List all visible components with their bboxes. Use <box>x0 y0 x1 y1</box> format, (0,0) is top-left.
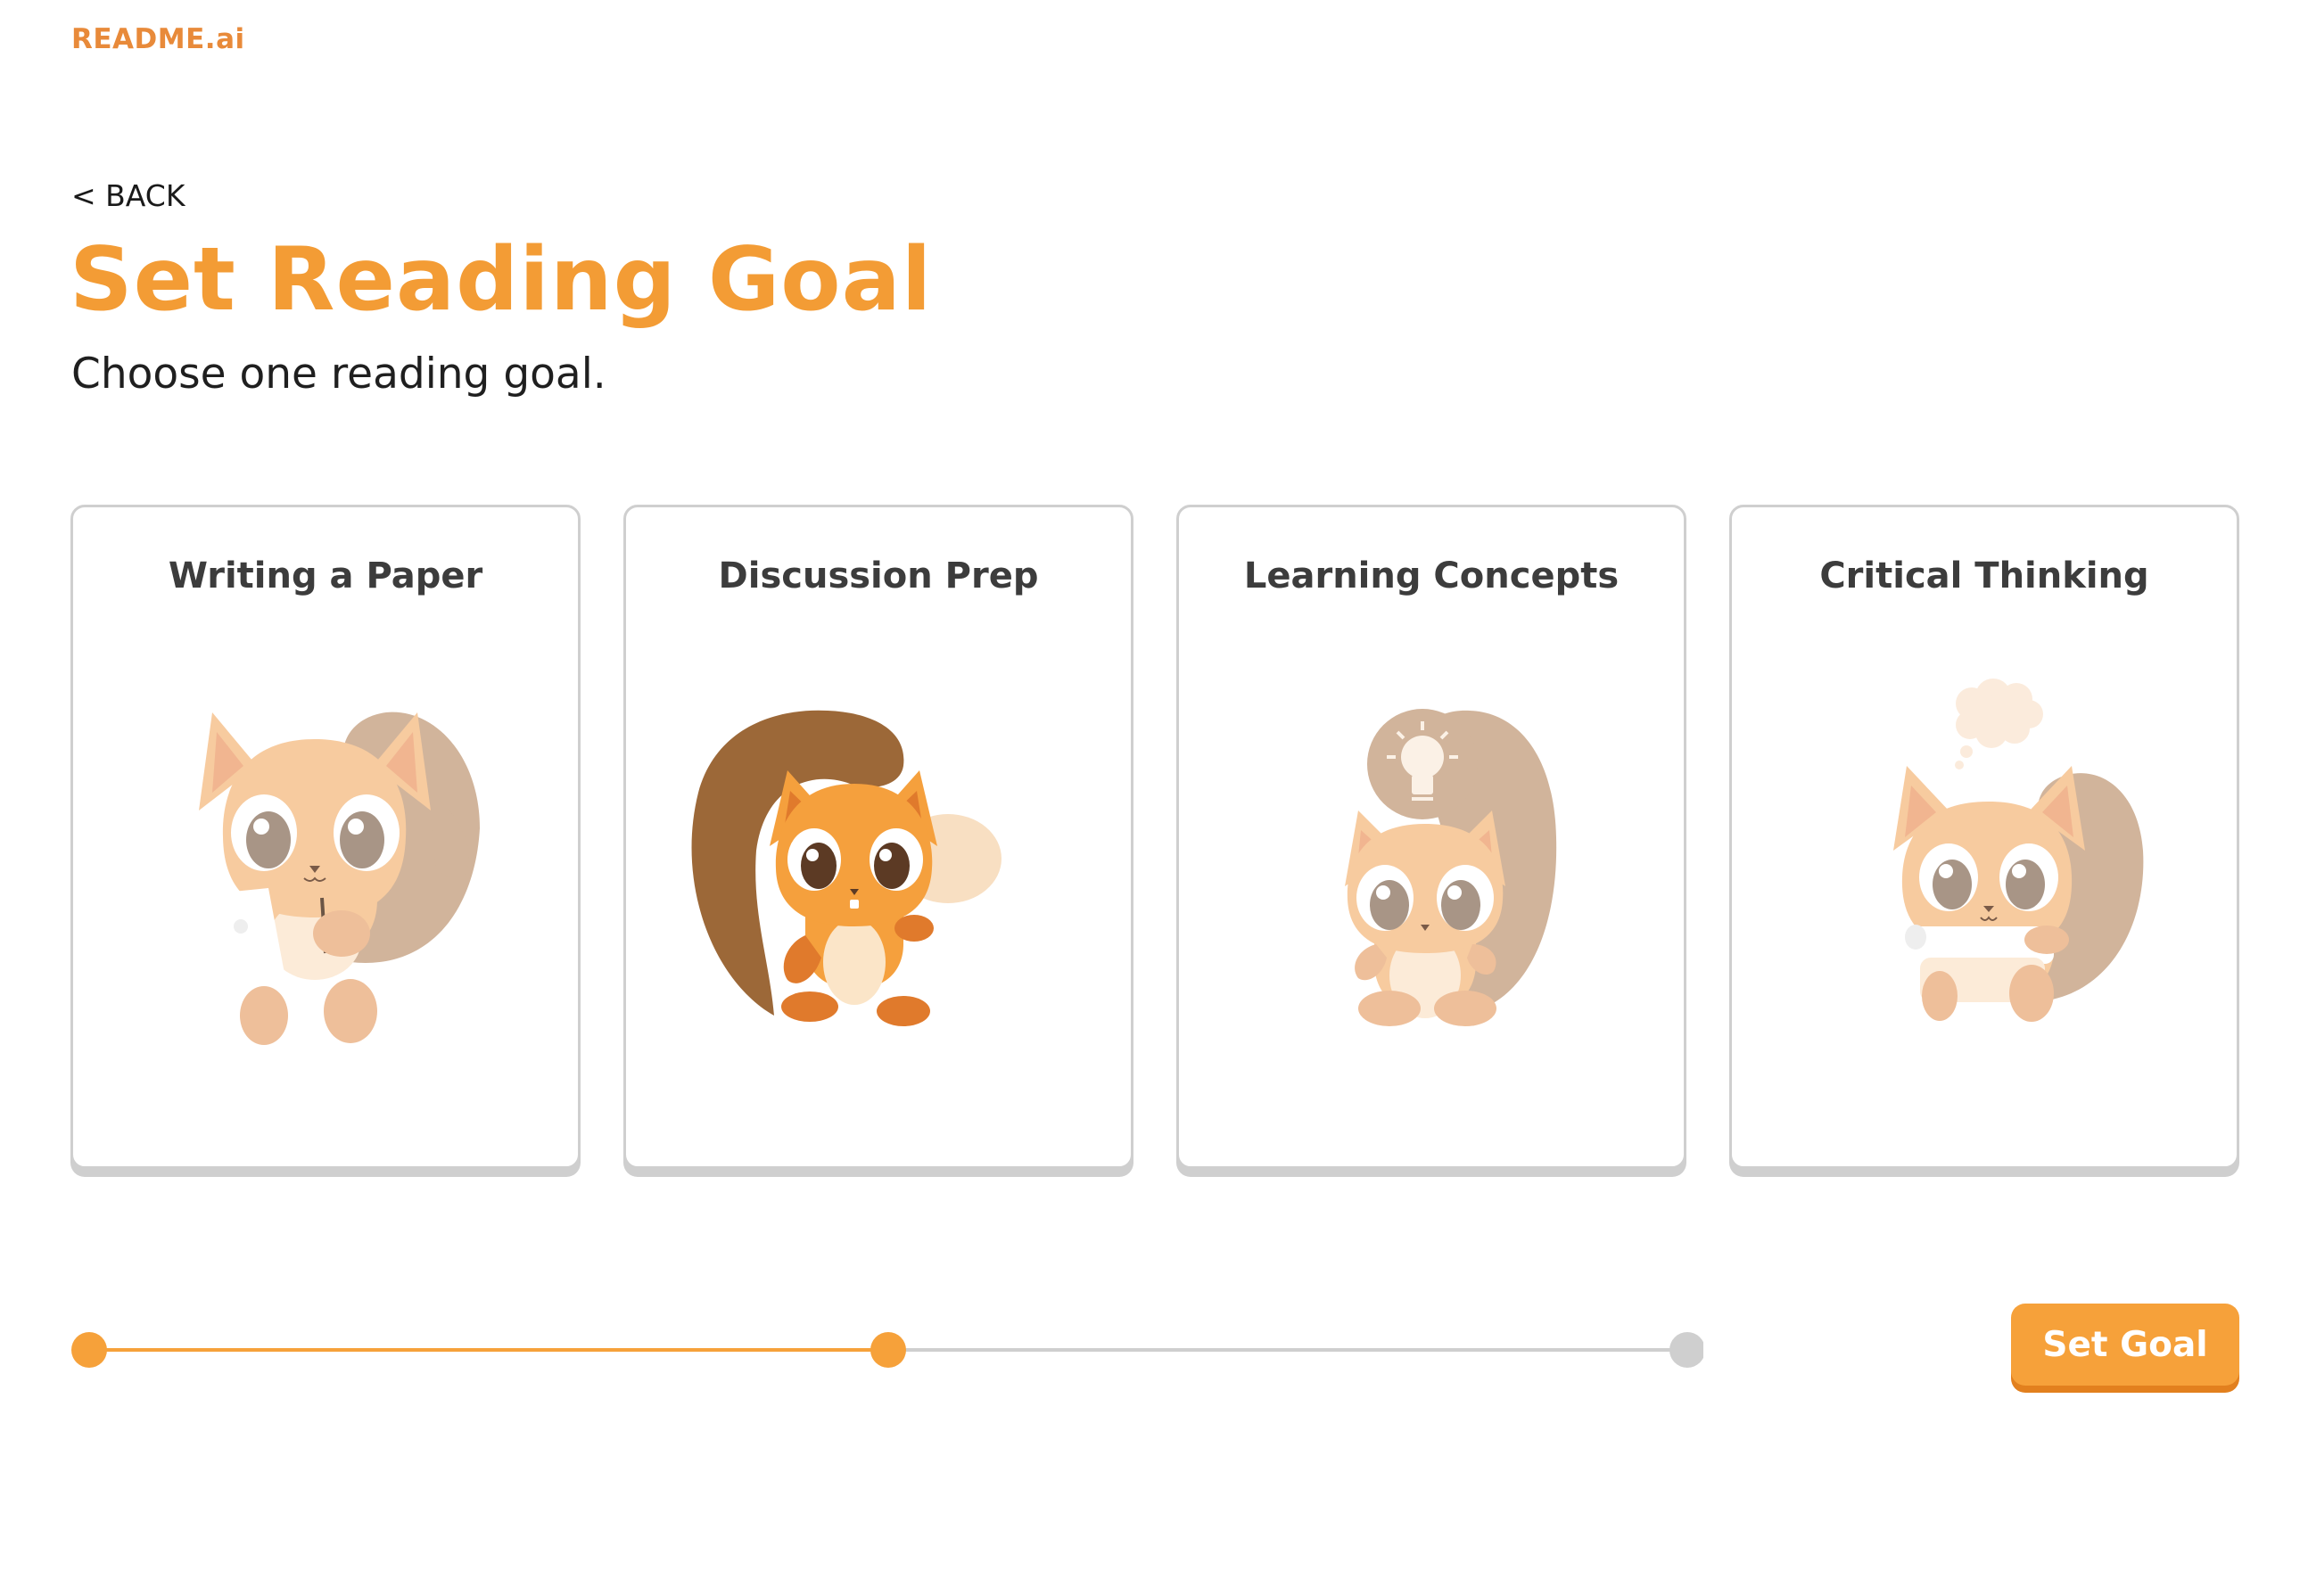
goal-card-learning-concepts[interactable]: Learning Concepts <box>1176 505 1686 1169</box>
goal-card-critical-thinking[interactable]: Critical Thinking <box>1729 505 2239 1169</box>
squirrel-writing-icon <box>199 712 480 1045</box>
progress-step-dot <box>71 1332 107 1368</box>
progress-stepper <box>71 1332 1703 1368</box>
squirrel-lightbulb-icon <box>1345 709 1557 1026</box>
goal-card-title: Writing a Paper <box>168 555 483 596</box>
progress-step-dot <box>1669 1332 1703 1368</box>
brand-logo[interactable]: README.ai <box>71 23 245 55</box>
goal-card-writing-a-paper[interactable]: Writing a Paper <box>70 505 581 1169</box>
goal-card-title: Learning Concepts <box>1243 555 1620 596</box>
page-title: Set Reading Goal <box>70 229 933 331</box>
back-link[interactable]: < BACK <box>71 178 185 213</box>
page-subtitle: Choose one reading goal. <box>71 350 606 399</box>
squirrel-thought-bubble-icon <box>1893 679 2144 1022</box>
set-goal-button[interactable]: Set Goal <box>2011 1304 2239 1386</box>
progress-step-dot <box>870 1332 906 1368</box>
squirrel-speech-bubble-icon <box>691 710 1002 1026</box>
goal-card-title: Critical Thinking <box>1819 555 2149 596</box>
goal-card-title: Discussion Prep <box>718 555 1039 596</box>
goal-card-discussion-prep[interactable]: Discussion Prep <box>623 505 1133 1169</box>
